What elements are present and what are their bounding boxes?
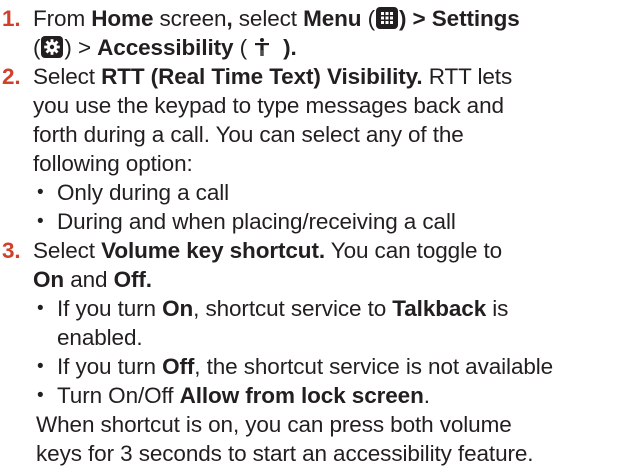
step-number: 3. [2,238,21,263]
bullet-dot: • [37,356,44,377]
bullet-dot: • [37,182,44,203]
bullet-dot: • [37,298,44,319]
accessibility-instructions: 1. From Home screen, select Menu () > Se… [2,6,554,466]
bullet-dot: • [37,385,44,406]
step-number: 2. [2,64,21,89]
step-number: 1. [2,6,21,31]
accessibility-person-icon [251,36,273,58]
gear-icon [41,36,64,58]
bullet-dot: • [37,211,44,232]
grid-menu-icon [376,7,399,29]
